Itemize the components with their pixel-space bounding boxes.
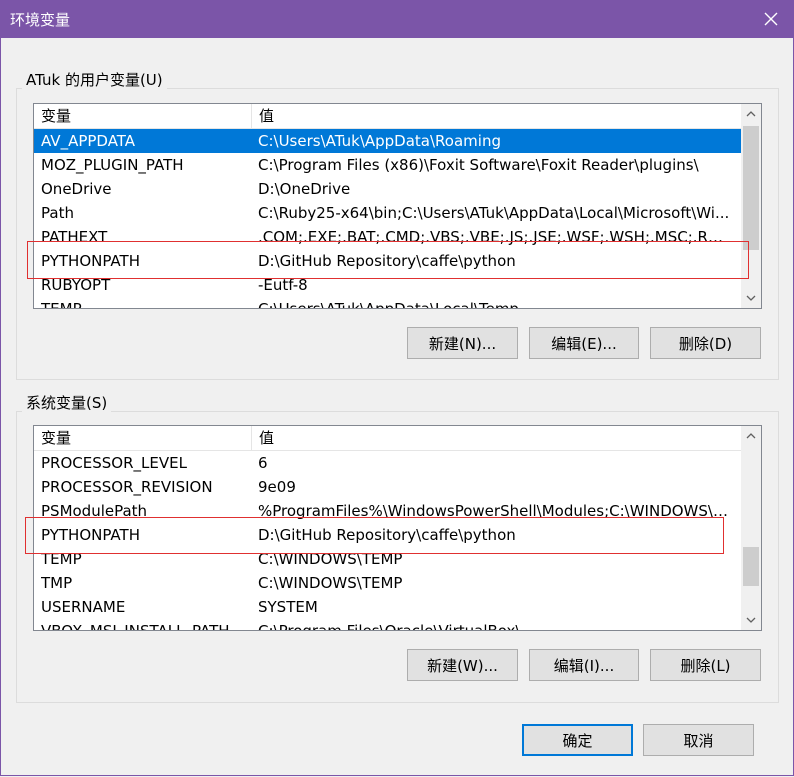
user-vars-header: 变量 值 (34, 104, 741, 129)
variable-name: PROCESSOR_REVISION (41, 478, 213, 496)
table-row[interactable]: PROCESSOR_REVISION 9e09 (34, 475, 741, 499)
title-bar: 环境变量 (0, 0, 794, 38)
variable-name: PATHEXT (41, 228, 108, 246)
variable-name: TEMP (41, 297, 251, 308)
variable-value: D:\OneDrive (258, 180, 351, 198)
table-row[interactable]: RUBYOPT -Eutf-8 (34, 273, 741, 297)
ok-button[interactable]: 确定 (522, 724, 633, 756)
chevron-down-icon (746, 617, 756, 623)
variable-value: C:\WINDOWS\TEMP (258, 550, 403, 568)
variable-value: C:\Users\ATuk\AppData\Roaming (258, 132, 501, 150)
variable-value: 9e09 (258, 478, 296, 496)
scroll-up-button[interactable] (741, 104, 761, 124)
table-row[interactable]: VBOX_MSI_INSTALL_PATH C:\Program Files\Or… (34, 619, 741, 630)
user-vars-scrollbar[interactable] (741, 104, 761, 308)
chevron-up-icon (746, 433, 756, 439)
system-vars-header: 变量 值 (34, 426, 741, 451)
scroll-down-button[interactable] (741, 610, 761, 630)
variable-name: TEMP (41, 550, 82, 568)
variable-name: TMP (41, 574, 73, 592)
variable-name: MOZ_PLUGIN_PATH (41, 156, 184, 174)
system-delete-button[interactable]: 删除(L) (650, 649, 761, 681)
variable-value: .COM;.EXE;.BAT;.CMD;.VBS;.VBE;.JS;.JSE;.… (258, 228, 733, 246)
user-delete-button[interactable]: 删除(D) (650, 327, 761, 359)
table-row[interactable]: Path C:\Ruby25-x64\bin;C:\Users\ATuk\AppD… (34, 201, 741, 225)
column-header-name[interactable]: 变量 (34, 426, 251, 450)
variable-name: AV_APPDATA (41, 132, 136, 150)
variable-value: C:\Program Files (x86)\Foxit Software\Fo… (258, 156, 699, 174)
variable-value: D:\GitHub Repository\caffe\python (258, 252, 516, 270)
variable-name: PYTHONPATH (41, 252, 140, 270)
system-vars-list[interactable]: 变量 值 PROCESSOR_LEVEL 6 PROCESSOR_REVISION 9… (33, 425, 762, 631)
user-new-button[interactable]: 新建(N)... (407, 327, 518, 359)
window-title: 环境变量 (10, 11, 71, 29)
variable-value: C:\Program Files\Oracle\VirtualBox\ (258, 619, 733, 630)
variable-name: OneDrive (41, 180, 112, 198)
table-row[interactable]: PATHEXT .COM;.EXE;.BAT;.CMD;.VBS;.VBE;.JS… (34, 225, 741, 249)
table-row[interactable]: PROCESSOR_LEVEL 6 (34, 451, 741, 475)
scroll-down-button[interactable] (741, 288, 761, 308)
variable-name: USERNAME (41, 598, 126, 616)
variable-name: PROCESSOR_LEVEL (41, 454, 187, 472)
user-vars-group-label: ATuk 的用户变量(U) (22, 69, 167, 90)
cancel-button[interactable]: 取消 (643, 724, 754, 756)
table-row[interactable]: USERNAME SYSTEM (34, 595, 741, 619)
column-header-name[interactable]: 变量 (34, 104, 251, 128)
variable-value: -Eutf-8 (258, 276, 308, 294)
system-vars-rows: PROCESSOR_LEVEL 6 PROCESSOR_REVISION 9e09 PS… (34, 451, 741, 630)
variable-value: C:\WINDOWS\TEMP (258, 574, 403, 592)
variable-value: C:\Ruby25-x64\bin;C:\Users\ATuk\AppData\… (258, 204, 730, 222)
close-icon (764, 12, 778, 26)
scroll-up-button[interactable] (741, 426, 761, 446)
table-row[interactable]: MOZ_PLUGIN_PATH C:\Program Files (x86)\Fo… (34, 153, 741, 177)
variable-name: PYTHONPATH (41, 526, 140, 544)
chevron-up-icon (746, 111, 756, 117)
table-row[interactable]: TEMP C:\WINDOWS\TEMP (34, 547, 741, 571)
user-vars-list[interactable]: 变量 值 AV_APPDATA C:\Users\ATuk\AppData\Roa… (33, 103, 762, 309)
table-row[interactable]: AV_APPDATA C:\Users\ATuk\AppData\Roaming (34, 129, 741, 153)
variable-value: SYSTEM (258, 598, 318, 616)
user-vars-rows: AV_APPDATA C:\Users\ATuk\AppData\Roaming M… (34, 129, 741, 308)
table-row[interactable]: PYTHONPATH D:\GitHub Repository\caffe\pyt… (34, 523, 741, 547)
table-row[interactable]: OneDrive D:\OneDrive (34, 177, 741, 201)
variable-value: %ProgramFiles%\WindowsPowerShell\Modules… (258, 502, 733, 520)
scroll-thumb[interactable] (743, 126, 759, 250)
chevron-down-icon (746, 295, 756, 301)
column-header-value[interactable]: 值 (252, 104, 732, 128)
variable-value: D:\GitHub Repository\caffe\python (258, 526, 516, 544)
table-row[interactable]: TMP C:\WINDOWS\TEMP (34, 571, 741, 595)
table-row[interactable]: PYTHONPATH D:\GitHub Repository\caffe\pyt… (34, 249, 741, 273)
system-vars-group-label: 系统变量(S) (22, 392, 112, 413)
variable-value: 6 (258, 454, 268, 472)
system-edit-button[interactable]: 编辑(I)... (529, 649, 639, 681)
table-row[interactable]: PSModulePath %ProgramFiles%\WindowsPowerS… (34, 499, 741, 523)
close-button[interactable] (748, 0, 794, 38)
variable-name: RUBYOPT (41, 276, 111, 294)
system-new-button[interactable]: 新建(W)... (407, 649, 518, 681)
variable-name: Path (41, 204, 74, 222)
system-vars-scrollbar[interactable] (741, 426, 761, 630)
variable-value: C:\Users\ATuk\AppData\Local\Temp (258, 297, 733, 308)
scroll-thumb[interactable] (743, 547, 759, 586)
user-edit-button[interactable]: 编辑(E)... (529, 327, 639, 359)
column-header-value[interactable]: 值 (252, 426, 732, 450)
variable-name: VBOX_MSI_INSTALL_PATH (41, 619, 251, 630)
variable-name: PSModulePath (41, 502, 148, 520)
table-row[interactable]: TEMP C:\Users\ATuk\AppData\Local\Temp (34, 297, 741, 308)
